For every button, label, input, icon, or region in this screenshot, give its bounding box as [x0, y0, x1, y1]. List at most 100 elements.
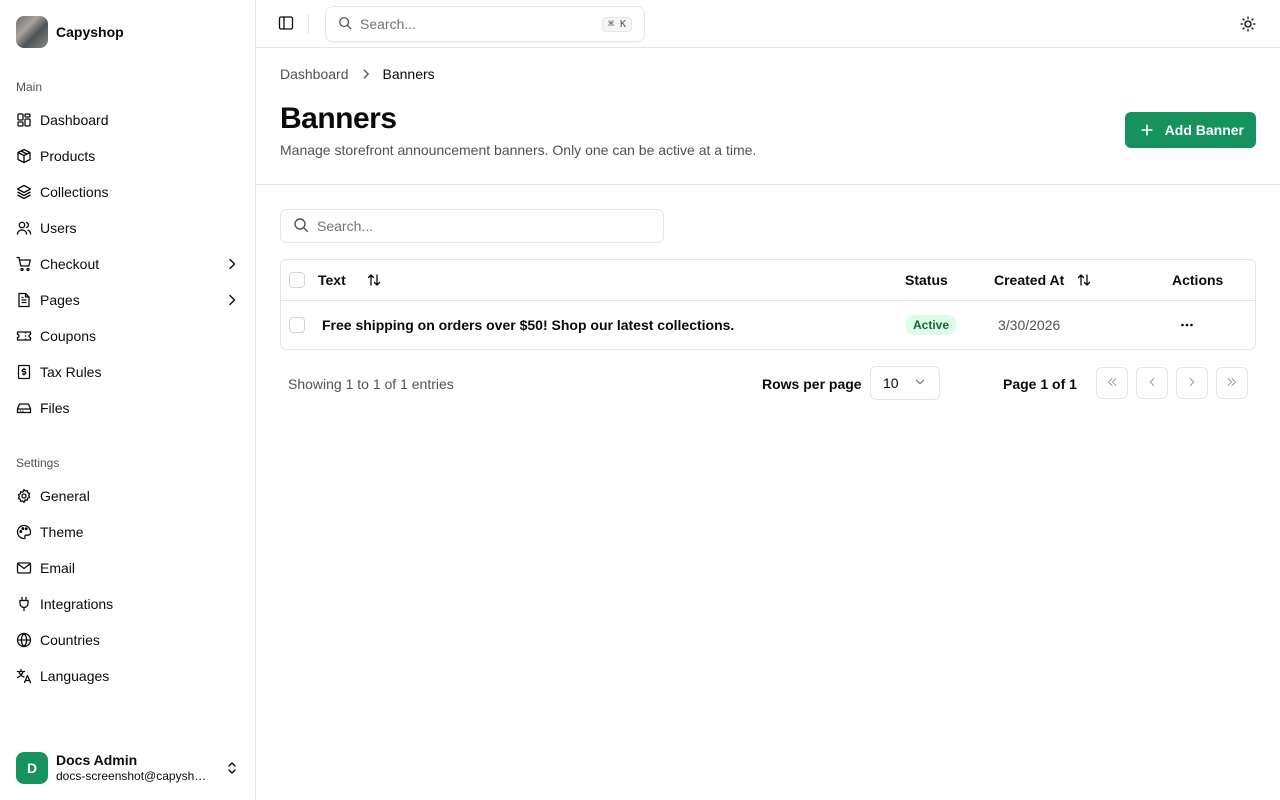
sidebar-item-checkout[interactable]: Checkout [8, 246, 248, 282]
ticket-icon [16, 328, 32, 344]
next-page-button[interactable] [1176, 367, 1208, 399]
sidebar-item-label: Dashboard [40, 112, 109, 128]
sidebar-item-users[interactable]: Users [8, 210, 248, 246]
chevrons-right-icon [1225, 375, 1239, 392]
sidebar-item-label: Checkout [40, 256, 100, 272]
chevron-right-icon [359, 67, 373, 81]
sidebar-item-label: Theme [40, 524, 84, 540]
banner-text: Free shipping on orders over $50! Shop o… [322, 317, 735, 333]
add-banner-label: Add Banner [1164, 122, 1244, 138]
globe-icon [16, 632, 32, 648]
page-header: Dashboard Banners Banners Manage storefr… [256, 48, 1280, 185]
sidebar-item-label: Languages [40, 668, 110, 684]
chevrons-left-icon [1105, 375, 1119, 392]
rows-per-page-select[interactable]: 10 [870, 366, 940, 400]
more-horizontal-icon[interactable] [1177, 315, 1197, 335]
search-icon [293, 217, 309, 236]
sidebar-item-label: Email [40, 560, 76, 576]
sidebar-item-pages[interactable]: Pages [8, 282, 248, 318]
user-email: docs-screenshot@capyshop.com [56, 769, 210, 783]
nav-group-main-label: Main [16, 80, 43, 94]
last-page-button[interactable] [1216, 367, 1248, 399]
sidebar-item-collections[interactable]: Collections [8, 174, 248, 210]
column-created-header: Created At [994, 272, 1092, 288]
sort-icon[interactable] [1076, 272, 1092, 288]
sidebar-item-label: General [40, 488, 90, 504]
topbar-divider [308, 14, 309, 34]
settings-nav: General Theme Email Integrations Countri… [8, 478, 248, 694]
topbar: Search... ⌘ K [256, 0, 1280, 48]
sidebar-item-coupons[interactable]: Coupons [8, 318, 248, 354]
table-row[interactable]: Free shipping on orders over $50! Shop o… [281, 301, 1255, 349]
created-at: 3/30/2026 [998, 317, 1061, 333]
sidebar: Capyshop Main Dashboard Products Collect… [0, 0, 256, 800]
sidebar-item-tax-rules[interactable]: Tax Rules [8, 354, 248, 390]
banners-table: Text Status Created At Actions Free ship… [280, 259, 1256, 350]
search-placeholder: Search... [360, 16, 417, 32]
breadcrumb-current: Banners [382, 66, 435, 82]
chevron-right-icon [224, 292, 240, 308]
sort-icon[interactable] [366, 272, 382, 288]
sidebar-item-countries[interactable]: Countries [8, 622, 248, 658]
sidebar-item-label: Collections [40, 184, 109, 200]
sidebar-item-email[interactable]: Email [8, 550, 248, 586]
search-icon [338, 16, 352, 33]
dashboard-icon [16, 112, 32, 128]
row-checkbox[interactable] [289, 317, 305, 333]
rows-per-page-value: 10 [883, 375, 899, 391]
brand[interactable]: Capyshop [16, 16, 124, 48]
table-header: Text Status Created At Actions [281, 260, 1255, 301]
cart-icon [16, 256, 32, 272]
add-banner-button[interactable]: Add Banner [1124, 112, 1256, 148]
pagination: Showing 1 to 1 of 1 entries Rows per pag… [280, 366, 1256, 402]
sidebar-item-languages[interactable]: Languages [8, 658, 248, 694]
status-badge: Active [905, 315, 958, 335]
previous-page-button[interactable] [1136, 367, 1168, 399]
sidebar-item-theme[interactable]: Theme [8, 514, 248, 550]
column-actions-header: Actions [1172, 272, 1224, 288]
main-content: Search... ⌘ K Dashboard Banners Banners … [256, 0, 1280, 800]
app-root: Capyshop Main Dashboard Products Collect… [0, 0, 1280, 800]
breadcrumb-dashboard-link[interactable]: Dashboard [280, 66, 349, 82]
brand-name: Capyshop [56, 24, 124, 40]
sidebar-item-products[interactable]: Products [8, 138, 248, 174]
languages-icon [16, 668, 32, 684]
rows-per-page-label: Rows per page [762, 376, 862, 392]
sidebar-item-label: Integrations [40, 596, 114, 612]
sidebar-item-general[interactable]: General [8, 478, 248, 514]
column-created-label: Created At [994, 272, 1065, 288]
brand-logo [16, 16, 48, 48]
page-title: Banners [280, 102, 397, 135]
page-description: Manage storefront announcement banners. … [280, 142, 757, 158]
sun-icon[interactable] [1240, 16, 1256, 32]
table-search-input[interactable]: Search... [280, 209, 664, 243]
chevron-right-icon [224, 256, 240, 272]
sidebar-item-dashboard[interactable]: Dashboard [8, 102, 248, 138]
user-name: Docs Admin [56, 752, 138, 768]
breadcrumb: Dashboard Banners [280, 66, 435, 82]
first-page-button[interactable] [1096, 367, 1128, 399]
chevron-right-icon [1185, 375, 1199, 392]
chevron-left-icon [1145, 375, 1159, 392]
sidebar-item-label: Coupons [40, 328, 97, 344]
user-menu[interactable]: D Docs Admin docs-screenshot@capyshop.co… [16, 752, 240, 784]
sidebar-item-files[interactable]: Files [8, 390, 248, 426]
column-text-label: Text [318, 272, 346, 288]
sidebar-item-label: Users [40, 220, 77, 236]
avatar: D [16, 752, 48, 784]
sidebar-item-label: Countries [40, 632, 100, 648]
package-icon [16, 148, 32, 164]
users-icon [16, 220, 32, 236]
sidebar-item-integrations[interactable]: Integrations [8, 586, 248, 622]
sidebar-toggle-icon[interactable] [278, 15, 296, 33]
plug-icon [16, 596, 32, 612]
keyboard-shortcut: ⌘ K [601, 16, 632, 32]
entries-summary: Showing 1 to 1 of 1 entries [288, 376, 454, 392]
drive-icon [16, 400, 32, 416]
select-all-checkbox[interactable] [289, 272, 305, 288]
column-text-header: Text [318, 272, 382, 288]
global-search-input[interactable]: Search... ⌘ K [325, 6, 645, 42]
page-info: Page 1 of 1 [1003, 376, 1077, 392]
main-nav: Dashboard Products Collections Users Che… [8, 102, 248, 426]
palette-icon [16, 524, 32, 540]
